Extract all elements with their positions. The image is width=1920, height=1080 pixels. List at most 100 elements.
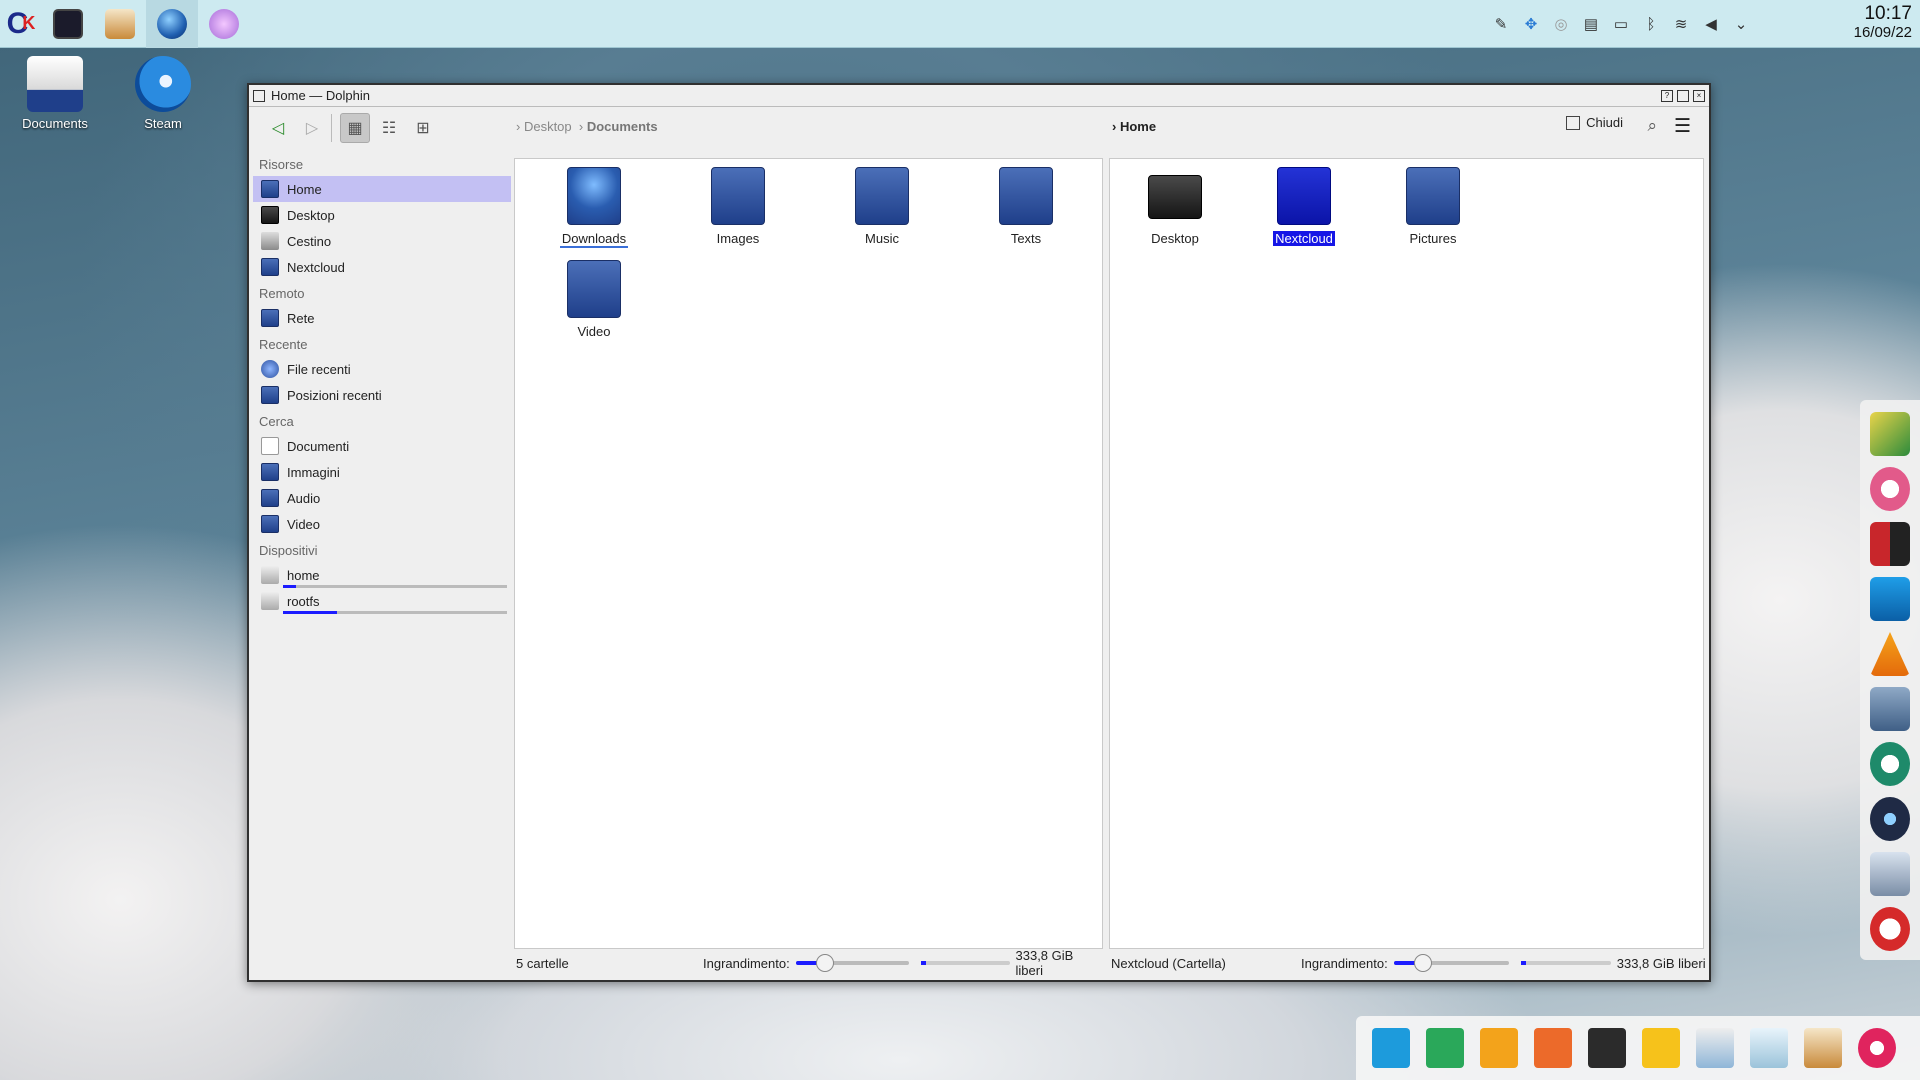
breadcrumb-right[interactable]: › Home — [1112, 119, 1156, 134]
split-view-icon — [1566, 115, 1581, 130]
spreadsheet-icon[interactable] — [1426, 1028, 1464, 1068]
folder-item[interactable]: Music — [827, 159, 937, 246]
places-item-label: Documenti — [287, 438, 350, 454]
minimize-button[interactable]: ? — [1661, 89, 1673, 102]
back-button[interactable]: ◁ — [263, 113, 293, 143]
writer-icon[interactable] — [1372, 1028, 1410, 1068]
volume-icon[interactable]: ◀ — [1702, 15, 1720, 33]
pen-icon[interactable]: ✎ — [1492, 15, 1510, 33]
task-window-manager[interactable] — [42, 0, 94, 48]
zoom-slider[interactable] — [795, 954, 909, 972]
folder-label: Video — [577, 324, 611, 339]
draw-icon[interactable] — [1480, 1028, 1518, 1068]
close-split-button[interactable]: Chiudi — [1566, 115, 1623, 130]
trash-icon — [261, 232, 279, 250]
webcam-icon[interactable] — [1870, 797, 1910, 841]
home-folder-icon — [261, 180, 279, 198]
video-icon — [261, 515, 279, 533]
window-title: Home — Dolphin — [271, 88, 370, 103]
places-item-network[interactable]: Rete — [253, 305, 511, 331]
breadcrumb-item[interactable]: Documents — [587, 119, 658, 134]
remote-desktop-icon[interactable] — [1870, 577, 1910, 621]
icons-view-button[interactable]: ▦ — [340, 113, 370, 143]
tux-icon[interactable]: ◎ — [1552, 15, 1570, 33]
folder-item-selected[interactable]: Nextcloud — [1249, 159, 1359, 246]
places-item-search-video[interactable]: Video — [253, 511, 511, 537]
folder-label: Desktop — [1151, 231, 1199, 246]
free-space-text[interactable]: 333,8 GiB liberi — [1617, 956, 1706, 971]
sync-app-icon[interactable] — [1870, 742, 1910, 786]
places-item-search-audio[interactable]: Audio — [253, 485, 511, 511]
places-item-nextcloud[interactable]: Nextcloud — [253, 254, 511, 280]
places-item-trash[interactable]: Cestino — [253, 228, 511, 254]
wifi-icon[interactable]: ≋ — [1672, 15, 1690, 33]
presentation-icon[interactable] — [1534, 1028, 1572, 1068]
places-item-search-documents[interactable]: Documenti — [253, 433, 511, 459]
notes-icon[interactable] — [1588, 1028, 1626, 1068]
desktop-icon-steam[interactable]: Steam — [118, 56, 208, 131]
clock[interactable]: 10:17 16/09/22 — [1854, 4, 1912, 42]
window-menu-icon[interactable] — [253, 89, 265, 102]
package-manager-icon[interactable] — [1696, 1028, 1734, 1068]
details-view-button[interactable]: ⊞ — [408, 113, 438, 143]
editor-icon[interactable] — [1642, 1028, 1680, 1068]
archive-icon[interactable] — [1804, 1028, 1842, 1068]
folder-item[interactable]: Pictures — [1378, 159, 1488, 246]
forward-button[interactable]: ▷ — [297, 113, 327, 143]
folder-label: Downloads — [559, 231, 629, 248]
places-item-home[interactable]: Home — [253, 176, 511, 202]
bluetooth-icon[interactable]: ᛒ — [1642, 16, 1660, 33]
window-titlebar[interactable]: Home — Dolphin ? × — [249, 85, 1709, 107]
mascot-app-icon[interactable] — [1858, 1028, 1896, 1068]
places-item-recent-files[interactable]: File recenti — [253, 356, 511, 382]
breadcrumb-left[interactable]: › Desktop › Documents — [516, 119, 658, 134]
places-item-device-home[interactable]: home — [253, 562, 511, 588]
dropbox-icon[interactable]: ✥ — [1522, 15, 1540, 33]
compact-view-button[interactable]: ☷ — [374, 113, 404, 143]
right-view[interactable]: Desktop Nextcloud Pictures — [1109, 158, 1704, 949]
hamburger-menu-icon[interactable]: ☰ — [1674, 115, 1691, 138]
desktop-folder-icon — [261, 206, 279, 224]
emulator-icon[interactable] — [1870, 852, 1910, 896]
application-launcher[interactable]: CK — [0, 0, 42, 48]
places-item-search-images[interactable]: Immagini — [253, 459, 511, 485]
places-item-device-rootfs[interactable]: rootfs — [253, 588, 511, 614]
clipboard-icon[interactable]: ▤ — [1582, 15, 1600, 33]
left-view[interactable]: Downloads Images Music Texts Video — [514, 158, 1103, 949]
zoom-slider-handle[interactable] — [815, 954, 834, 972]
pink-app-icon[interactable] — [1870, 467, 1910, 511]
places-item-desktop[interactable]: Desktop — [253, 202, 511, 228]
folder-item[interactable]: Downloads — [539, 159, 649, 248]
close-button[interactable]: × — [1693, 89, 1705, 102]
zoom-slider-handle[interactable] — [1413, 954, 1432, 972]
game-app-icon[interactable] — [1870, 907, 1910, 951]
display-icon[interactable] — [1750, 1028, 1788, 1068]
search-icon[interactable]: ⌕ — [1647, 116, 1657, 136]
map-app-icon[interactable] — [1870, 412, 1910, 456]
desktop-icon-documents[interactable]: Documents — [10, 56, 100, 131]
music-folder-icon — [855, 167, 909, 225]
calculator-icon[interactable] — [1870, 687, 1910, 731]
red-app-icon[interactable] — [1870, 522, 1910, 566]
task-store[interactable] — [94, 0, 146, 48]
folder-item[interactable]: Video — [539, 252, 649, 339]
folder-label: Music — [865, 231, 899, 246]
maximize-button[interactable] — [1677, 89, 1689, 102]
zoom-slider[interactable] — [1393, 954, 1509, 972]
vlc-icon[interactable] — [1870, 632, 1910, 676]
places-item-recent-locations[interactable]: Posizioni recenti — [253, 382, 511, 408]
folder-item[interactable]: Desktop — [1120, 159, 1230, 246]
battery-icon[interactable]: ▭ — [1612, 15, 1630, 33]
bottom-dock — [1356, 1016, 1920, 1080]
clock-date: 16/09/22 — [1853, 24, 1912, 41]
task-browser[interactable] — [146, 0, 198, 48]
free-space-text[interactable]: 333,8 GiB liberi — [1016, 948, 1103, 978]
breadcrumb-item[interactable]: Home — [1120, 119, 1156, 134]
folder-item[interactable]: Texts — [971, 159, 1081, 246]
chevron-down-icon[interactable]: ⌄ — [1732, 15, 1750, 33]
breadcrumb-item[interactable]: Desktop — [524, 119, 572, 134]
task-session[interactable] — [198, 0, 250, 48]
places-item-label: Immagini — [287, 464, 340, 480]
folder-item[interactable]: Images — [683, 159, 793, 246]
folder-label: Pictures — [1409, 231, 1457, 246]
